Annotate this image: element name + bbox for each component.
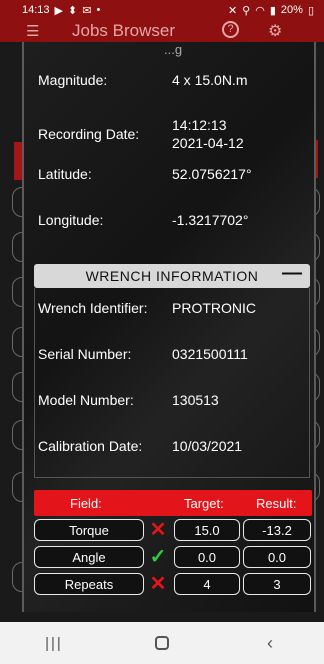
result-cell: 0.0 (243, 546, 311, 568)
calibration-date-label: Calibration Date: (38, 438, 143, 454)
mute-icon: ✕ (227, 4, 238, 17)
recording-time-value: 14:12:13 (172, 117, 227, 133)
usb-icon: ⬍ (68, 4, 78, 17)
status-bar: 14:13 ▶ ⬍ ✉ • ✕ ⚲ ◠ ▮ 20% ▯ (0, 0, 324, 20)
recents-button[interactable]: ||| (24, 622, 84, 664)
field-cell: Angle (34, 546, 144, 568)
help-icon[interactable]: ? (222, 21, 239, 38)
fail-icon: ✕ (149, 519, 167, 541)
wrench-identifier-label: Wrench Identifier: (38, 300, 148, 316)
results-header: Field: Target: Result: (34, 490, 312, 516)
dot-icon: • (96, 4, 101, 16)
target-cell: 15.0 (174, 519, 240, 541)
status-time: 14:13 (22, 4, 50, 16)
model-number-value: 130513 (172, 392, 219, 408)
system-nav-bar: ||| ‹ (0, 622, 324, 664)
serial-number-label: Serial Number: (38, 346, 132, 362)
job-detail-dialog: ...g Magnitude: 4 x 15.0N.m Recording Da… (22, 42, 316, 612)
field-cell: Repeats (34, 573, 144, 595)
serial-number-value: 0321500111 (172, 346, 248, 362)
gear-icon[interactable]: ⚙ (268, 21, 282, 41)
target-cell: 0.0 (174, 546, 240, 568)
wrench-information-title: WRENCH INFORMATION (85, 268, 259, 284)
column-header-target: Target: (184, 495, 224, 511)
result-cell: 3 (243, 573, 311, 595)
recording-date-label: Recording Date: (38, 126, 140, 142)
longitude-label: Longitude: (38, 212, 104, 228)
magnitude-label: Magnitude: (38, 72, 108, 88)
home-button[interactable] (132, 622, 192, 664)
location-icon: ⚲ (242, 4, 251, 17)
recents-icon: ||| (45, 634, 63, 652)
battery-percent: 20% (280, 4, 303, 16)
recording-date-value: 2021-04-12 (172, 135, 244, 151)
results-row-repeats: Repeats ✕ 4 3 (34, 573, 312, 597)
hamburger-icon[interactable]: ☰ (26, 22, 39, 40)
app-title: Jobs Browser (72, 21, 175, 40)
mail-icon: ✉ (82, 4, 92, 17)
target-cell: 4 (174, 573, 240, 595)
results-row-torque: Torque ✕ 15.0 -13.2 (34, 519, 312, 543)
column-header-result: Result: (256, 495, 297, 511)
column-header-field: Field: (70, 495, 102, 511)
app-bar: ☰ Jobs Browser ? ⚙ (0, 20, 324, 42)
back-button[interactable]: ‹ (240, 622, 300, 664)
magnitude-value: 4 x 15.0N.m (172, 72, 248, 88)
partial-scrolled-text: ...g (164, 42, 183, 57)
result-cell: -13.2 (243, 519, 311, 541)
wrench-information-header[interactable]: WRENCH INFORMATION — (34, 262, 310, 288)
back-icon: ‹ (267, 632, 273, 653)
collapse-icon[interactable]: — (282, 262, 302, 285)
signal-icon: ▮ (269, 4, 276, 17)
field-cell: Torque (34, 519, 144, 541)
calibration-date-value: 10/03/2021 (172, 438, 243, 454)
media-icon: ▶ (54, 4, 63, 17)
latitude-value: 52.0756217° (172, 166, 252, 182)
home-icon (155, 636, 169, 650)
results-row-angle: Angle ✓ 0.0 0.0 (34, 546, 312, 570)
pass-icon: ✓ (149, 546, 167, 568)
battery-icon: ▯ (307, 4, 314, 17)
fail-icon: ✕ (149, 573, 167, 595)
model-number-label: Model Number: (38, 392, 134, 408)
longitude-value: -1.3217702° (172, 212, 249, 228)
wrench-identifier-value: PROTRONIC (172, 300, 256, 316)
wifi-icon: ◠ (255, 4, 265, 17)
results-table: Field: Target: Result: Torque ✕ 15.0 -13… (34, 490, 312, 597)
latitude-label: Latitude: (38, 166, 92, 182)
